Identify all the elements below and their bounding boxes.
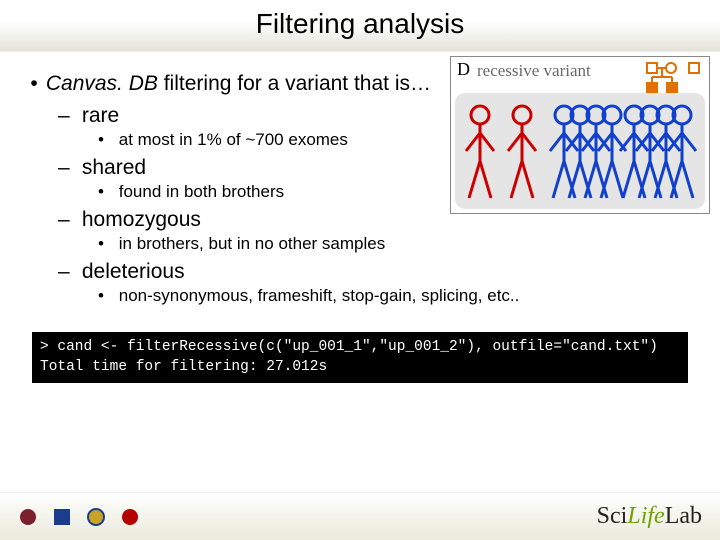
footer: SciLifeLab — [0, 492, 720, 540]
criteria-detail-text: non-synonymous, frameshift, stop-gain, s… — [119, 286, 520, 305]
scilifelab-logo: SciLifeLab — [597, 503, 702, 530]
dash-icon: – — [58, 156, 76, 180]
criteria-label: shared — [82, 156, 146, 179]
criteria-detail-text: in brothers, but in no other samples — [119, 234, 385, 253]
criteria-detail: • non-synonymous, frameshift, stop-gain,… — [98, 286, 700, 306]
scilife-prefix: Sci — [597, 503, 628, 529]
intro-rest: filtering for a variant that is… — [158, 72, 431, 95]
karolinska-logo-icon — [18, 507, 38, 527]
slide-body: • Canvas. DB filtering for a variant tha… — [0, 52, 720, 383]
person-affected-icon — [505, 103, 539, 203]
criteria-detail: • in brothers, but in no other samples — [98, 234, 700, 254]
bullet-dot-icon: • — [98, 234, 114, 254]
pedigree-icon — [645, 61, 703, 95]
dash-icon: – — [58, 208, 76, 232]
person-group-unaffected-icon — [547, 103, 697, 203]
terminal-output: > cand <- filterRecessive(c("up_001_1","… — [32, 332, 688, 383]
scilife-mid: Life — [627, 503, 664, 529]
uu-logo-icon — [120, 507, 140, 527]
bullet-dot-icon: • — [98, 182, 114, 202]
figure-panel: D recessive variant — [450, 56, 710, 214]
kth-logo-icon — [52, 507, 72, 527]
intro-emph: Canvas. DB — [46, 72, 158, 95]
person-affected-icon — [463, 103, 497, 203]
su-logo-icon — [86, 507, 106, 527]
scilife-suffix: Lab — [665, 503, 702, 529]
footer-affiliation-logos — [18, 507, 140, 527]
bullet-dot-icon: • — [28, 72, 40, 96]
criteria-detail-text: at most in 1% of ~700 exomes — [119, 130, 348, 149]
bullet-dot-icon: • — [98, 286, 114, 306]
slide-title: Filtering analysis — [0, 0, 720, 52]
criteria-label: rare — [82, 104, 119, 127]
terminal-line: > cand <- filterRecessive(c("up_001_1","… — [40, 339, 658, 355]
criteria-item: – deleterious — [58, 260, 700, 284]
criteria-label: homozygous — [82, 208, 201, 231]
criteria-detail-text: found in both brothers — [119, 182, 284, 201]
dash-icon: – — [58, 104, 76, 128]
figure-caption: recessive variant — [477, 61, 591, 81]
terminal-line: Total time for filtering: 27.012s — [40, 359, 327, 375]
bullet-dot-icon: • — [98, 130, 114, 150]
stick-figure-row — [455, 93, 705, 209]
figure-grey-panel — [455, 93, 705, 209]
criteria-label: deleterious — [82, 260, 185, 283]
dash-icon: – — [58, 260, 76, 284]
figure-panel-letter: D — [457, 59, 470, 80]
